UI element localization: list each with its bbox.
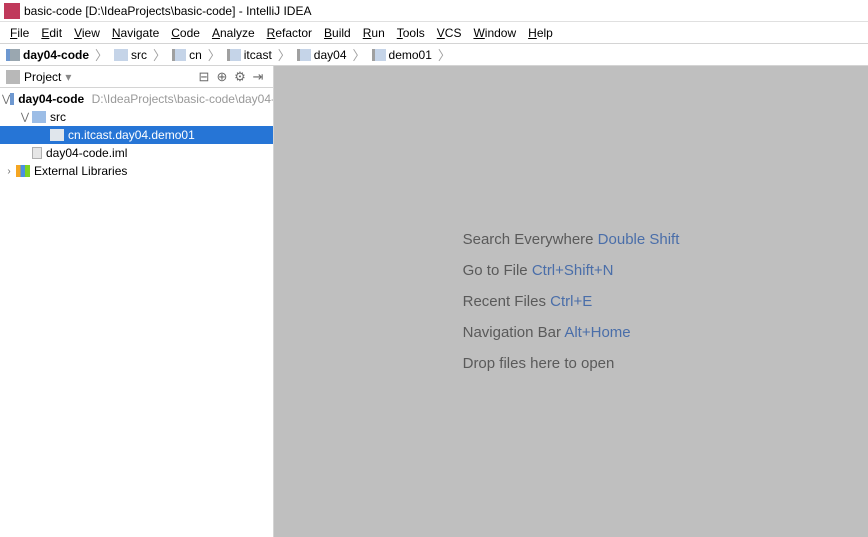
- hint-text: Navigation Bar: [463, 324, 565, 341]
- hide-panel-icon[interactable]: ⇥: [249, 68, 267, 86]
- tree-row-cn-itcast-day04-demo01[interactable]: ·cn.itcast.day04.demo01: [0, 126, 273, 144]
- tree-label: src: [50, 110, 66, 124]
- tree-row-day04-code-iml[interactable]: ·day04-code.iml: [0, 144, 273, 162]
- hint-shortcut: Ctrl+Shift+N: [532, 262, 614, 279]
- breadcrumb-demo01[interactable]: demo01: [370, 48, 434, 62]
- tree-caret-icon[interactable]: ⋁: [2, 94, 10, 105]
- breadcrumb-label: day04: [314, 48, 347, 62]
- project-header: Project ▾ ⊟ ⊕ ⚙ ⇥: [0, 66, 273, 88]
- menu-file[interactable]: File: [4, 24, 35, 42]
- menu-refactor[interactable]: Refactor: [261, 24, 318, 42]
- breadcrumb-src[interactable]: src: [112, 48, 149, 62]
- menu-window[interactable]: Window: [467, 24, 522, 42]
- title-bar: basic-code [D:\IdeaProjects\basic-code] …: [0, 0, 868, 22]
- tree-caret-icon[interactable]: ⋁: [18, 112, 32, 123]
- menu-navigate[interactable]: Navigate: [106, 24, 165, 42]
- hint-search-everywhere: Search Everywhere Double Shift: [463, 231, 680, 248]
- hint-drop-files-here-to-open: Drop files here to open: [463, 355, 680, 372]
- breadcrumb-day04-code[interactable]: day04-code: [4, 48, 91, 62]
- breadcrumb-separator: 〉: [435, 45, 454, 64]
- pkg-icon: [172, 49, 186, 61]
- breadcrumb-label: cn: [189, 48, 202, 62]
- collapse-all-icon[interactable]: ⊟: [195, 68, 213, 86]
- menu-vcs[interactable]: VCS: [431, 24, 468, 42]
- project-view-icon: [6, 70, 20, 84]
- hint-shortcut: Double Shift: [598, 231, 680, 248]
- folder-icon: [32, 111, 46, 123]
- hint-navigation-bar: Navigation Bar Alt+Home: [463, 324, 680, 341]
- project-tool-window: Project ▾ ⊟ ⊕ ⚙ ⇥ ⋁ day04-code D:\IdeaPro…: [0, 66, 274, 537]
- module-icon: [10, 93, 14, 105]
- menu-code[interactable]: Code: [165, 24, 206, 42]
- tree-label: cn.itcast.day04.demo01: [68, 128, 195, 142]
- project-tree: ⋁ day04-code D:\IdeaProjects\basic-code\d…: [0, 88, 273, 537]
- hint-text: Recent Files: [463, 293, 551, 310]
- tree-label: External Libraries: [34, 164, 127, 178]
- tree-label: day04-code.iml: [46, 146, 127, 160]
- breadcrumb-label: itcast: [244, 48, 272, 62]
- app-icon: [4, 3, 20, 19]
- hint-shortcut: Alt+Home: [564, 324, 630, 341]
- menu-analyze[interactable]: Analyze: [206, 24, 261, 42]
- tree-row-day04-code[interactable]: ⋁ day04-code D:\IdeaProjects\basic-code\d…: [0, 90, 273, 108]
- breadcrumb-separator: 〉: [350, 45, 369, 64]
- menu-bar: FileEditViewNavigateCodeAnalyzeRefactorB…: [0, 22, 868, 44]
- breadcrumb-separator: 〉: [150, 45, 169, 64]
- pkg-icon: [297, 49, 311, 61]
- tree-caret-icon[interactable]: ›: [2, 166, 16, 177]
- breadcrumb-itcast[interactable]: itcast: [225, 48, 274, 62]
- menu-view[interactable]: View: [68, 24, 106, 42]
- breadcrumb-label: demo01: [389, 48, 432, 62]
- breadcrumb-separator: 〉: [92, 45, 111, 64]
- module-icon: [6, 49, 20, 61]
- hint-text: Drop files here to open: [463, 355, 615, 372]
- menu-build[interactable]: Build: [318, 24, 357, 42]
- breadcrumb-cn[interactable]: cn: [170, 48, 204, 62]
- folder-icon: [114, 49, 128, 61]
- breadcrumb-label: src: [131, 48, 147, 62]
- breadcrumb-day04[interactable]: day04: [295, 48, 349, 62]
- menu-tools[interactable]: Tools: [391, 24, 431, 42]
- pkg-icon: [50, 129, 64, 141]
- breadcrumb: day04-code〉src〉cn〉itcast〉day04〉demo01〉: [0, 44, 868, 66]
- tree-row-src[interactable]: ⋁ src: [0, 108, 273, 126]
- settings-icon[interactable]: ⚙: [231, 68, 249, 86]
- main-split: Project ▾ ⊟ ⊕ ⚙ ⇥ ⋁ day04-code D:\IdeaPro…: [0, 66, 868, 537]
- pkg-icon: [372, 49, 386, 61]
- hint-text: Go to File: [463, 262, 532, 279]
- breadcrumb-separator: 〉: [275, 45, 294, 64]
- project-dropdown-icon[interactable]: ▾: [65, 70, 71, 84]
- project-title[interactable]: Project: [24, 70, 61, 84]
- editor-area[interactable]: Search Everywhere Double Shift Go to File…: [274, 66, 868, 537]
- hint-shortcut: Ctrl+E: [550, 293, 592, 310]
- hint-recent-files: Recent Files Ctrl+E: [463, 293, 680, 310]
- libs-icon: [16, 165, 30, 177]
- breadcrumb-separator: 〉: [205, 45, 224, 64]
- tree-label: day04-code D:\IdeaProjects\basic-code\da…: [18, 92, 273, 106]
- hint-text: Search Everywhere: [463, 231, 598, 248]
- window-title: basic-code [D:\IdeaProjects\basic-code] …: [24, 4, 311, 18]
- hint-go-to-file: Go to File Ctrl+Shift+N: [463, 262, 680, 279]
- menu-edit[interactable]: Edit: [35, 24, 68, 42]
- tree-row-external-libraries[interactable]: › External Libraries: [0, 162, 273, 180]
- empty-state-hints: Search Everywhere Double Shift Go to File…: [463, 231, 680, 372]
- menu-help[interactable]: Help: [522, 24, 559, 42]
- file-icon: [32, 147, 42, 159]
- breadcrumb-label: day04-code: [23, 48, 89, 62]
- locate-icon[interactable]: ⊕: [213, 68, 231, 86]
- menu-run[interactable]: Run: [357, 24, 391, 42]
- pkg-icon: [227, 49, 241, 61]
